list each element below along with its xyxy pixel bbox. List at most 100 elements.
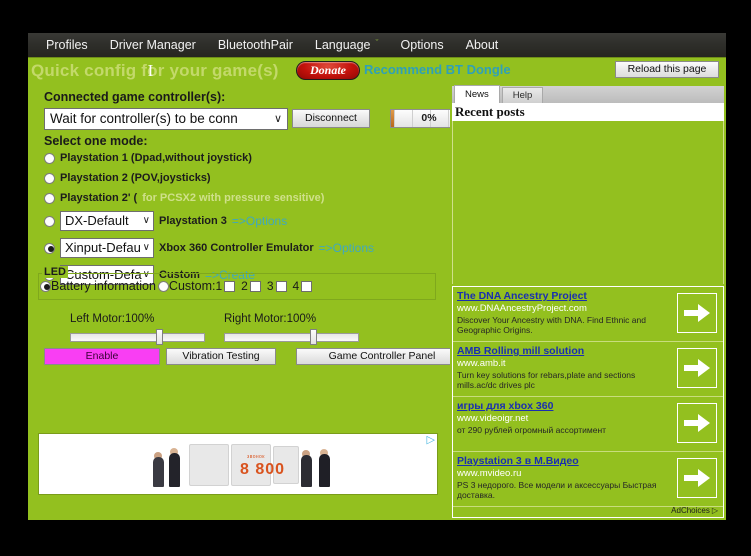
enable-button[interactable]: Enable: [44, 348, 160, 365]
recommend-bt-dongle-link[interactable]: Recommend BT Dongle: [364, 62, 511, 77]
menu-item-driver-manager[interactable]: Driver Manager: [99, 36, 207, 55]
chevron-down-icon: ∨: [142, 215, 150, 226]
radio-led-custom[interactable]: [157, 280, 169, 292]
xbox360-preset-select[interactable]: Xinput-Defau ∨: [60, 238, 154, 258]
adchoices-link[interactable]: AdChoices ▷: [671, 506, 718, 515]
led-options-row: Battery information Custom: 1 2 3 4: [40, 279, 313, 293]
chevron-down-icon: ∨: [142, 242, 150, 253]
menu-label: Language: [314, 37, 371, 52]
checkbox-led-4[interactable]: [301, 280, 313, 292]
arrow-right-icon: [684, 469, 710, 487]
controller-select-value: Wait for controller(s) to be conn: [50, 111, 238, 126]
ad-arrow-button[interactable]: [677, 293, 717, 333]
menu-label: Driver Manager: [109, 37, 196, 52]
app-window: Profiles Driver Manager BluetoothPair La…: [28, 33, 726, 520]
ad-item[interactable]: Playstation 3 в М.Видео www.mvideo.ru PS…: [453, 452, 723, 507]
sidebar: News Help Recent posts The DNA Ancestry …: [450, 85, 726, 520]
banner-ad-artwork: [39, 434, 437, 494]
menu-label: About: [465, 37, 499, 52]
radio-led-battery-information[interactable]: [40, 280, 51, 292]
ad-badge-icon[interactable]: ▷: [427, 435, 435, 446]
led-number-3: 3: [266, 279, 274, 293]
reload-page-button[interactable]: Reload this page: [615, 61, 719, 78]
menu-item-options[interactable]: Options: [390, 36, 455, 55]
ad-item[interactable]: The DNA Ancestry Project www.DNAAncestry…: [453, 287, 723, 342]
banner-ad[interactable]: звонок 8 800 ▷: [38, 433, 438, 495]
sidebar-tabstrip: News Help: [452, 85, 724, 104]
radio-playstation-2-prime[interactable]: [44, 192, 55, 204]
donate-button[interactable]: Donate: [296, 61, 360, 80]
left-motor-slider[interactable]: [70, 329, 205, 345]
game-controller-panel-button[interactable]: Game Controller Panel: [296, 348, 468, 365]
mode-label-playstation-2: Playstation 2 (POV,joysticks): [60, 172, 211, 184]
figure-body: [319, 454, 330, 487]
ads-box: The DNA Ancestry Project www.DNAAncestry…: [452, 286, 724, 518]
disconnect-button[interactable]: Disconnect: [292, 109, 370, 128]
tab-news[interactable]: News: [454, 85, 500, 103]
preset-value: Xinput-Defau: [65, 240, 141, 255]
right-motor-label: Right Motor:100%: [224, 313, 317, 325]
ad-item[interactable]: AMB Rolling mill solution www.amb.it Tur…: [453, 342, 723, 397]
arrow-right-icon: [684, 304, 710, 322]
checkbox-led-2[interactable]: [249, 280, 261, 292]
led-group-legend: LED: [42, 266, 68, 278]
news-content-area: [452, 121, 724, 284]
radio-playstation-3[interactable]: [44, 215, 55, 227]
ad-arrow-button[interactable]: [677, 348, 717, 388]
ad-description: PS 3 недорого. Все модели и аксессуары Б…: [457, 480, 657, 500]
checkbox-led-3[interactable]: [275, 280, 287, 292]
vibration-testing-button[interactable]: Vibration Testing: [166, 348, 276, 365]
mode-label-xbox360: Xbox 360 Controller Emulator: [159, 242, 314, 254]
controller-select[interactable]: Wait for controller(s) to be conn ∨: [44, 108, 288, 130]
ad-description: Discover Your Ancestry with DNA. Find Et…: [457, 315, 646, 335]
ad-item[interactable]: игры для xbox 360 www.videoigr.net от 29…: [453, 397, 723, 452]
mode-note-pcsx2: for PCSX2 with pressure sensitive): [142, 192, 325, 204]
menu-label: Options: [400, 37, 444, 52]
menu-item-profiles[interactable]: Profiles: [35, 36, 99, 55]
figure-body: [153, 457, 164, 487]
radio-playstation-1[interactable]: [44, 152, 55, 164]
radio-playstation-2[interactable]: [44, 172, 55, 184]
text-cursor-icon: I: [147, 61, 154, 80]
slider-thumb[interactable]: [310, 329, 317, 345]
ad-arrow-button[interactable]: [677, 458, 717, 498]
ad-description: от 290 рублей огромный ассортимент: [457, 425, 607, 435]
playstation-3-preset-select[interactable]: DX-Default ∨: [60, 211, 154, 231]
arrow-right-icon: [684, 414, 710, 432]
mode-row-playstation-1[interactable]: Playstation 1 (Dpad,without joystick): [44, 152, 252, 164]
select-mode-label: Select one mode:: [44, 134, 148, 148]
menu-item-bluetoothpair[interactable]: BluetoothPair: [207, 36, 304, 55]
mode-row-playstation-2-prime[interactable]: Playstation 2' ( for PCSX2 with pressure…: [44, 192, 324, 204]
playstation-3-options-link[interactable]: =>Options: [232, 214, 287, 228]
mode-row-playstation-2[interactable]: Playstation 2 (POV,joysticks): [44, 172, 211, 184]
led-number-4: 4: [292, 279, 300, 293]
led-number-1: 1: [215, 279, 223, 293]
tab-help[interactable]: Help: [501, 87, 544, 103]
led-number-2: 2: [241, 279, 248, 293]
menu-item-about[interactable]: About: [455, 36, 510, 55]
menu-bar: Profiles Driver Manager BluetoothPair La…: [28, 33, 726, 58]
mode-row-playstation-3[interactable]: DX-Default ∨ Playstation 3 =>Options: [44, 211, 287, 231]
mode-label-playstation-1: Playstation 1 (Dpad,without joystick): [60, 152, 252, 164]
xbox360-options-link[interactable]: =>Options: [319, 241, 374, 255]
right-motor-slider[interactable]: [224, 329, 359, 345]
banner-ad-number: 8 800: [240, 461, 286, 478]
chevron-down-icon: ˇ: [375, 38, 379, 48]
slider-thumb[interactable]: [156, 329, 163, 345]
puzzle-piece: [189, 444, 229, 486]
adchoices-label: AdChoices: [671, 506, 710, 515]
arrow-right-icon: [684, 359, 710, 377]
checkbox-led-1[interactable]: [224, 280, 236, 292]
screen: Profiles Driver Manager BluetoothPair La…: [0, 0, 751, 556]
slider-track: [224, 333, 359, 342]
preset-value: DX-Default: [65, 213, 129, 228]
radio-xbox360[interactable]: [44, 242, 55, 254]
mode-row-xbox360[interactable]: Xinput-Defau ∨ Xbox 360 Controller Emula…: [44, 238, 374, 258]
ad-description: Turn key solutions for rebars,plate and …: [457, 370, 636, 390]
left-motor-label: Left Motor:100%: [70, 313, 155, 325]
menu-item-language[interactable]: Language ˇ: [304, 36, 390, 55]
ad-arrow-button[interactable]: [677, 403, 717, 443]
mode-label-playstation-2-prime: Playstation 2' (: [60, 192, 138, 204]
banner-ad-small-text: звонок: [247, 454, 265, 460]
connected-controllers-label: Connected game controller(s):: [44, 90, 226, 104]
